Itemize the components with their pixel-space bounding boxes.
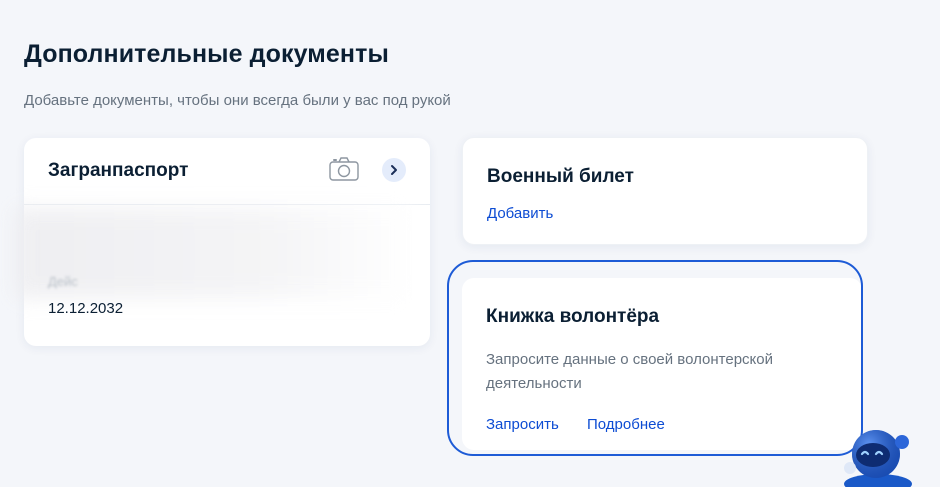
open-passport-button[interactable] — [382, 158, 406, 182]
passport-card-title: Загранпаспорт — [48, 160, 189, 181]
section-subtitle: Добавьте документы, чтобы они всегда был… — [24, 92, 451, 109]
more-info-link[interactable]: Подробнее — [587, 416, 665, 433]
validity-label: Дейс — [48, 274, 78, 289]
page: Дополнительные документы Добавьте докуме… — [0, 0, 940, 487]
military-id-title: Военный билет — [487, 166, 634, 187]
robot-assistant-icon[interactable] — [840, 424, 916, 487]
camera-icon[interactable] — [329, 156, 359, 182]
volunteer-book-description: Запросите данные о своей волонтерской де… — [486, 351, 773, 392]
chevron-right-icon — [391, 165, 397, 175]
section-title: Дополнительные документы — [24, 40, 389, 68]
volunteer-book-card[interactable]: Книжка волонтёра Запросите данные о свое… — [462, 278, 862, 450]
passport-card-header[interactable]: Загранпаспорт — [24, 138, 430, 205]
military-id-card[interactable]: Военный билет Добавить — [462, 137, 868, 245]
request-link[interactable]: Запросить — [486, 416, 559, 433]
volunteer-book-title: Книжка волонтёра — [486, 306, 660, 327]
add-military-id-link[interactable]: Добавить — [487, 205, 553, 222]
passport-card[interactable]: Загранпаспорт Дейс 12.12.2032 — [14, 138, 430, 346]
passport-expiry-date: 12.12.2032 — [48, 300, 124, 317]
